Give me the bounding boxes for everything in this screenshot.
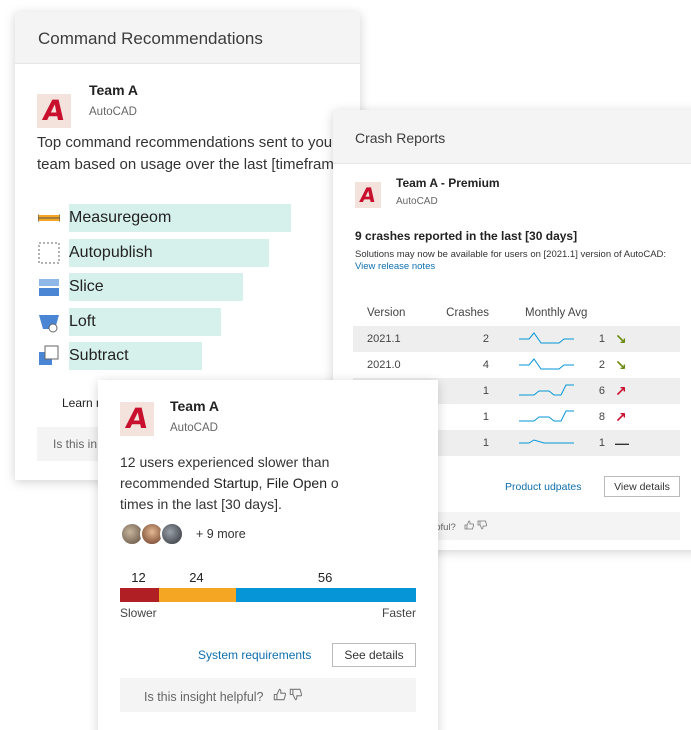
autocad-icon: A [37,94,71,128]
version-cell: 2021.0 [367,359,401,371]
command-label: Autopublish [69,243,153,261]
command-item: Slice [37,273,357,302]
table-row: 2021.0 4 2 ↘ [353,352,680,378]
loft-icon [37,310,61,334]
command-item: Autopublish [37,238,357,267]
sparkline [489,409,585,426]
command-label: Subtract [69,347,129,365]
performance-description: 12 users experienced slower than recomme… [120,452,438,515]
distribution-segment [120,588,159,602]
solutions-body: Solutions may now be available for users… [355,249,667,260]
command-label: Slice [69,278,104,296]
trend-flat-icon: — [615,435,629,451]
product-name: AutoCAD [396,196,438,207]
see-details-button[interactable]: See details [332,643,416,667]
desc-text: recommended [120,475,214,491]
distribution-scale: Slower Faster [120,606,416,620]
startup-term: Startup [213,475,259,491]
team-name: Team A [89,82,139,98]
team-info: A Team A AutoCAD [120,398,219,436]
command-label: Measuregeom [69,209,172,226]
view-details-button[interactable]: View details [604,476,680,497]
release-notes-link[interactable]: View release notes [355,261,435,272]
crashes-cell: 2 [482,333,489,345]
avg-cell: 8 [598,411,605,423]
slice-icon [37,275,61,299]
card-description: Top command recommendations sent to your… [37,134,351,173]
autocad-icon: A [120,402,154,436]
sparkline [489,435,585,452]
distribution-bar [120,588,416,602]
distribution-value: 12 [131,570,146,585]
command-label: Loft [69,312,96,330]
crash-headline: 9 crashes reported in the last [30 days] [355,229,578,243]
avg-cell: 6 [598,385,605,397]
thumbs-up-icon[interactable] [464,520,477,533]
measure-icon [37,206,61,230]
distribution-value: 24 [189,570,204,585]
sparkline [489,331,585,348]
team-name: Team A - Premium [396,176,500,190]
solutions-text: Solutions may now be available for users… [355,249,675,273]
trend-up-icon: ↗ [615,408,627,425]
trend-down-icon: ↘ [615,330,627,347]
card-title: Command Recommendations [15,12,360,64]
sparkline [489,383,585,400]
table-header: Version Crashes Monthly Avg [353,300,680,326]
autocad-icon: A [355,182,381,208]
command-item: Subtract [37,342,357,371]
command-item: Measuregeom [37,204,357,232]
more-users[interactable]: + 9 more [196,527,246,541]
command-item: Loft [37,307,357,336]
faster-label: Faster [381,606,416,620]
subtract-icon [37,344,61,368]
user-avatars[interactable]: + 9 more [120,522,246,546]
thumbs-down-icon[interactable] [477,520,488,533]
crashes-cell: 1 [482,385,489,397]
command-list: Measuregeom Autopublish Slice Loft Subtr… [37,204,357,377]
team-name: Team A [170,398,220,414]
avg-cell: 1 [598,333,605,345]
column-header: Monthly Avg [525,307,588,319]
crashes-cell: 1 [482,437,489,449]
card-title: Crash Reports [333,110,691,164]
product-name: AutoCAD [170,422,218,434]
team-info: A Team A - Premium AutoCAD [355,176,500,208]
helpful-prompt: Is this insight helpful? [120,678,416,712]
avg-cell: 1 [598,437,605,449]
distribution-labels: 12 24 56 [120,570,416,586]
system-requirements-link[interactable]: System requirements [198,648,311,662]
crashes-cell: 4 [482,359,489,371]
autopublish-icon [37,241,61,265]
crashes-cell: 1 [482,411,489,423]
column-header: Crashes [446,307,489,319]
column-header: Version [367,307,406,319]
file-open-term: File Open [266,475,328,491]
distribution-value: 56 [317,570,333,585]
desc-text: users experienced slower than [135,454,330,470]
team-info: A Team A AutoCAD [37,82,138,128]
thumbs-up-icon[interactable] [273,688,289,704]
distribution-segment [235,588,416,602]
version-cell: 2021.1 [367,333,401,345]
avatar[interactable] [160,522,184,546]
thumbs-down-icon[interactable] [289,688,303,704]
trend-up-icon: ↗ [615,382,627,399]
product-name: AutoCAD [89,106,137,118]
desc-text: times in the last [30 days]. [120,496,282,512]
performance-card: A Team A AutoCAD 12 users experienced sl… [98,380,438,730]
sparkline [489,357,585,374]
slower-label: Slower [120,606,157,620]
avg-cell: 2 [598,359,605,371]
user-count: 12 [120,454,136,470]
desc-text: o [327,475,339,491]
product-updates-link[interactable]: Product udpates [505,481,581,493]
trend-down-icon: ↘ [615,356,627,373]
distribution-segment [158,588,236,602]
table-row: 2021.1 2 1 ↘ [353,326,680,352]
helpful-text: Is this insight helpful? [144,690,264,704]
